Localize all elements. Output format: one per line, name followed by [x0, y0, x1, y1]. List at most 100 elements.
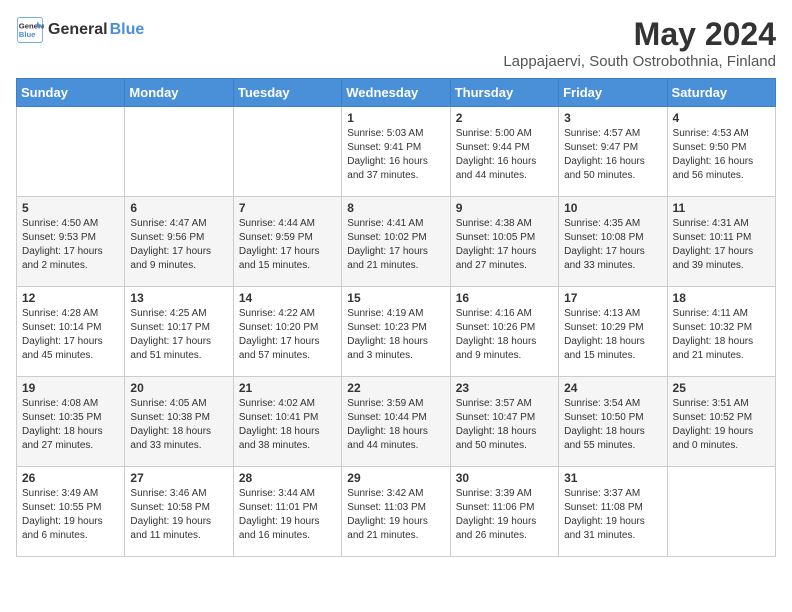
day-cell-26: 26Sunrise: 3:49 AM Sunset: 10:55 PM Dayl…: [17, 467, 125, 557]
col-header-friday: Friday: [559, 79, 667, 107]
logo: General Blue General Blue: [16, 16, 144, 44]
day-number: 8: [347, 201, 444, 215]
day-cell-8: 8 Sunrise: 4:41 AM Sunset: 10:02 PM Dayli…: [342, 197, 450, 287]
day-number: 30: [456, 471, 553, 485]
day-info: Sunrise: 3:51 AM Sunset: 10:52 PM Daylig…: [673, 397, 770, 453]
day-cell-23: 23 Sunrise: 3:57 AM Sunset: 10:47 PM Dayl…: [450, 377, 558, 467]
empty-cell: [233, 107, 341, 197]
day-info: Sunrise: 4:53 AM Sunset: 9:50 PM Dayligh…: [673, 127, 770, 183]
day-number: 6: [130, 201, 227, 215]
day-info: Sunrise: 4:41 AM Sunset: 10:02 PM Daylig…: [347, 217, 444, 273]
day-cell-13: 13 Sunrise: 4:25 AM Sunset: 10:17 PM Dayl…: [125, 287, 233, 377]
day-info: Sunrise: 4:25 AM Sunset: 10:17 PM Daylig…: [130, 307, 227, 363]
week-row-3: 12 Sunrise: 4:28 AM Sunset: 10:14 PM Dayl…: [17, 287, 776, 377]
day-number: 12: [22, 291, 119, 305]
week-row-1: 1Sunrise: 5:03 AM Sunset: 9:41 PM Daylig…: [17, 107, 776, 197]
logo-general: General: [48, 21, 108, 39]
day-cell-25: 25 Sunrise: 3:51 AM Sunset: 10:52 PM Dayl…: [667, 377, 775, 467]
week-row-2: 5 Sunrise: 4:50 AM Sunset: 9:53 PM Daylig…: [17, 197, 776, 287]
day-info: Sunrise: 4:22 AM Sunset: 10:20 PM Daylig…: [239, 307, 336, 363]
day-number: 20: [130, 381, 227, 395]
day-info: Sunrise: 3:49 AM Sunset: 10:55 PM Daylig…: [22, 487, 119, 543]
day-cell-9: 9 Sunrise: 4:38 AM Sunset: 10:05 PM Dayli…: [450, 197, 558, 287]
calendar-table: SundayMondayTuesdayWednesdayThursdayFrid…: [16, 78, 776, 557]
day-number: 1: [347, 111, 444, 125]
day-cell-6: 6Sunrise: 4:47 AM Sunset: 9:56 PM Daylig…: [125, 197, 233, 287]
day-cell-27: 27Sunrise: 3:46 AM Sunset: 10:58 PM Dayl…: [125, 467, 233, 557]
day-info: Sunrise: 4:13 AM Sunset: 10:29 PM Daylig…: [564, 307, 661, 363]
day-info: Sunrise: 3:37 AM Sunset: 11:08 PM Daylig…: [564, 487, 661, 543]
day-cell-11: 11 Sunrise: 4:31 AM Sunset: 10:11 PM Dayl…: [667, 197, 775, 287]
week-row-5: 26Sunrise: 3:49 AM Sunset: 10:55 PM Dayl…: [17, 467, 776, 557]
col-header-tuesday: Tuesday: [233, 79, 341, 107]
day-info: Sunrise: 4:38 AM Sunset: 10:05 PM Daylig…: [456, 217, 553, 273]
empty-cell: [125, 107, 233, 197]
day-cell-24: 24 Sunrise: 3:54 AM Sunset: 10:50 PM Dayl…: [559, 377, 667, 467]
day-cell-22: 22Sunrise: 3:59 AM Sunset: 10:44 PM Dayl…: [342, 377, 450, 467]
day-number: 29: [347, 471, 444, 485]
main-title: May 2024: [503, 16, 776, 53]
day-cell-30: 30Sunrise: 3:39 AM Sunset: 11:06 PM Dayl…: [450, 467, 558, 557]
day-info: Sunrise: 4:50 AM Sunset: 9:53 PM Dayligh…: [22, 217, 119, 273]
day-cell-20: 20 Sunrise: 4:05 AM Sunset: 10:38 PM Dayl…: [125, 377, 233, 467]
col-header-thursday: Thursday: [450, 79, 558, 107]
day-cell-14: 14Sunrise: 4:22 AM Sunset: 10:20 PM Dayl…: [233, 287, 341, 377]
day-number: 15: [347, 291, 444, 305]
empty-cell: [667, 467, 775, 557]
day-cell-18: 18Sunrise: 4:11 AM Sunset: 10:32 PM Dayl…: [667, 287, 775, 377]
svg-text:Blue: Blue: [19, 30, 36, 39]
day-number: 7: [239, 201, 336, 215]
day-cell-17: 17 Sunrise: 4:13 AM Sunset: 10:29 PM Dayl…: [559, 287, 667, 377]
day-info: Sunrise: 4:19 AM Sunset: 10:23 PM Daylig…: [347, 307, 444, 363]
day-number: 9: [456, 201, 553, 215]
day-number: 27: [130, 471, 227, 485]
day-cell-28: 28Sunrise: 3:44 AM Sunset: 11:01 PM Dayl…: [233, 467, 341, 557]
day-info: Sunrise: 4:35 AM Sunset: 10:08 PM Daylig…: [564, 217, 661, 273]
title-area: May 2024 Lappajaervi, South Ostrobothnia…: [503, 16, 776, 70]
day-number: 5: [22, 201, 119, 215]
day-info: Sunrise: 4:05 AM Sunset: 10:38 PM Daylig…: [130, 397, 227, 453]
day-cell-7: 7 Sunrise: 4:44 AM Sunset: 9:59 PM Daylig…: [233, 197, 341, 287]
day-number: 25: [673, 381, 770, 395]
day-cell-29: 29Sunrise: 3:42 AM Sunset: 11:03 PM Dayl…: [342, 467, 450, 557]
col-header-monday: Monday: [125, 79, 233, 107]
day-info: Sunrise: 4:28 AM Sunset: 10:14 PM Daylig…: [22, 307, 119, 363]
day-cell-1: 1Sunrise: 5:03 AM Sunset: 9:41 PM Daylig…: [342, 107, 450, 197]
header: General Blue General Blue May 2024 Lappa…: [16, 16, 776, 70]
day-info: Sunrise: 3:57 AM Sunset: 10:47 PM Daylig…: [456, 397, 553, 453]
day-number: 31: [564, 471, 661, 485]
day-cell-5: 5 Sunrise: 4:50 AM Sunset: 9:53 PM Daylig…: [17, 197, 125, 287]
col-header-saturday: Saturday: [667, 79, 775, 107]
day-number: 22: [347, 381, 444, 395]
day-cell-15: 15 Sunrise: 4:19 AM Sunset: 10:23 PM Dayl…: [342, 287, 450, 377]
day-info: Sunrise: 4:11 AM Sunset: 10:32 PM Daylig…: [673, 307, 770, 363]
day-cell-19: 19Sunrise: 4:08 AM Sunset: 10:35 PM Dayl…: [17, 377, 125, 467]
day-cell-3: 3 Sunrise: 4:57 AM Sunset: 9:47 PM Daylig…: [559, 107, 667, 197]
day-cell-21: 21Sunrise: 4:02 AM Sunset: 10:41 PM Dayl…: [233, 377, 341, 467]
day-info: Sunrise: 4:08 AM Sunset: 10:35 PM Daylig…: [22, 397, 119, 453]
day-info: Sunrise: 4:31 AM Sunset: 10:11 PM Daylig…: [673, 217, 770, 273]
day-number: 13: [130, 291, 227, 305]
day-info: Sunrise: 4:02 AM Sunset: 10:41 PM Daylig…: [239, 397, 336, 453]
day-number: 3: [564, 111, 661, 125]
day-info: Sunrise: 5:00 AM Sunset: 9:44 PM Dayligh…: [456, 127, 553, 183]
col-header-wednesday: Wednesday: [342, 79, 450, 107]
day-number: 10: [564, 201, 661, 215]
day-cell-16: 16 Sunrise: 4:16 AM Sunset: 10:26 PM Dayl…: [450, 287, 558, 377]
day-number: 11: [673, 201, 770, 215]
day-cell-10: 10 Sunrise: 4:35 AM Sunset: 10:08 PM Dayl…: [559, 197, 667, 287]
col-header-sunday: Sunday: [17, 79, 125, 107]
day-number: 16: [456, 291, 553, 305]
day-info: Sunrise: 4:44 AM Sunset: 9:59 PM Dayligh…: [239, 217, 336, 273]
day-cell-12: 12 Sunrise: 4:28 AM Sunset: 10:14 PM Dayl…: [17, 287, 125, 377]
day-info: Sunrise: 4:16 AM Sunset: 10:26 PM Daylig…: [456, 307, 553, 363]
day-number: 24: [564, 381, 661, 395]
day-number: 23: [456, 381, 553, 395]
day-info: Sunrise: 3:54 AM Sunset: 10:50 PM Daylig…: [564, 397, 661, 453]
logo-icon: General Blue: [16, 16, 44, 44]
week-row-4: 19Sunrise: 4:08 AM Sunset: 10:35 PM Dayl…: [17, 377, 776, 467]
day-info: Sunrise: 3:44 AM Sunset: 11:01 PM Daylig…: [239, 487, 336, 543]
day-number: 17: [564, 291, 661, 305]
day-info: Sunrise: 4:57 AM Sunset: 9:47 PM Dayligh…: [564, 127, 661, 183]
day-number: 4: [673, 111, 770, 125]
